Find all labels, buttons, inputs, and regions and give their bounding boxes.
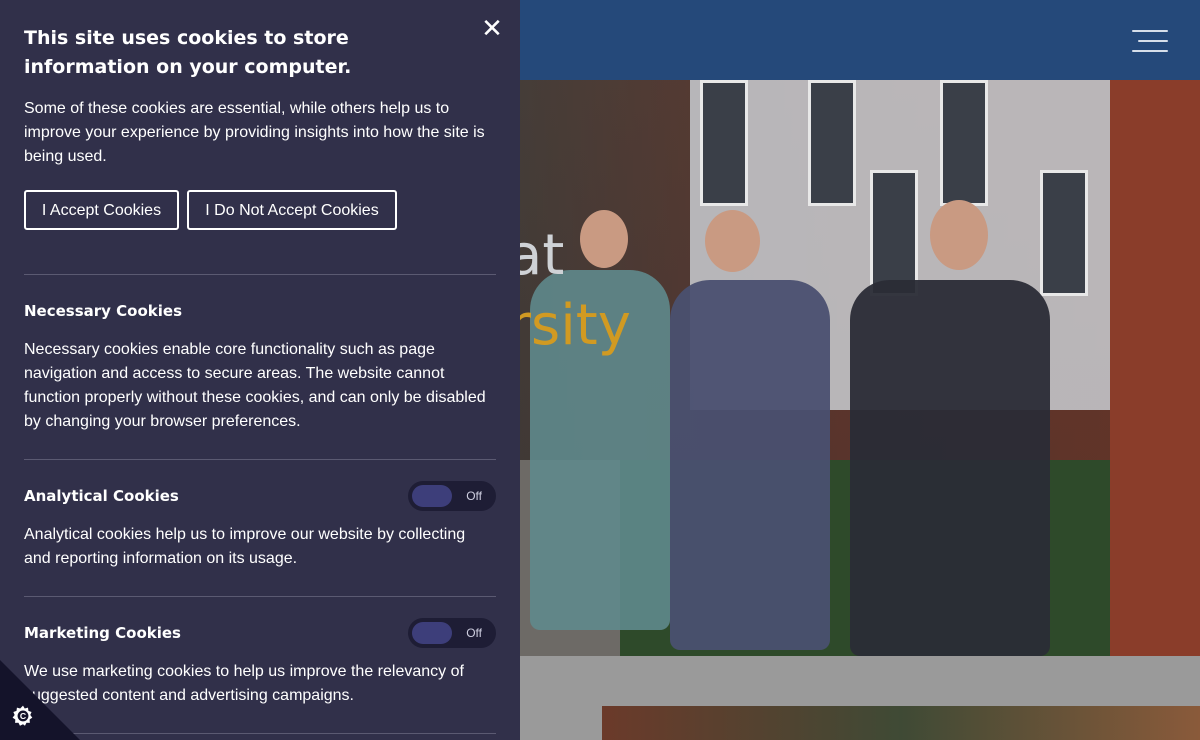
cookie-consent-panel: ✕ This site uses cookies to store inform… — [0, 0, 520, 740]
hero-heading-line2: rsity — [508, 293, 631, 358]
lower-section-image — [602, 706, 1200, 740]
analytical-cookies-title: Analytical Cookies — [24, 487, 179, 505]
marketing-cookies-text: We use marketing cookies to help us impr… — [24, 663, 464, 704]
reject-cookies-button[interactable]: I Do Not Accept Cookies — [187, 190, 397, 230]
marketing-cookies-toggle[interactable]: Off — [408, 618, 496, 648]
necessary-cookies-title: Necessary Cookies — [24, 302, 183, 320]
analytical-cookies-toggle[interactable]: Off — [408, 481, 496, 511]
analytical-cookies-text: Analytical cookies help us to improve ou… — [24, 526, 466, 567]
cookie-panel-title: This site uses cookies to store informat… — [24, 27, 352, 78]
marketing-cookies-title: Marketing Cookies — [24, 624, 181, 642]
necessary-cookies-text: Necessary cookies enable core functional… — [24, 341, 486, 430]
toggle-state-label: Off — [466, 489, 482, 503]
hamburger-menu-icon[interactable] — [1132, 30, 1168, 54]
close-icon[interactable]: ✕ — [480, 15, 504, 41]
divider — [24, 459, 496, 460]
divider — [24, 733, 496, 734]
divider — [24, 274, 496, 275]
toggle-knob — [412, 622, 452, 644]
toggle-knob — [412, 485, 452, 507]
accept-cookies-button[interactable]: I Accept Cookies — [24, 190, 179, 230]
cookie-settings-badge[interactable]: C — [0, 660, 80, 740]
divider — [24, 596, 496, 597]
svg-text:C: C — [20, 711, 27, 721]
toggle-state-label: Off — [466, 626, 482, 640]
cookie-gear-icon: C — [12, 705, 33, 726]
cookie-panel-intro: Some of these cookies are essential, whi… — [24, 100, 485, 165]
